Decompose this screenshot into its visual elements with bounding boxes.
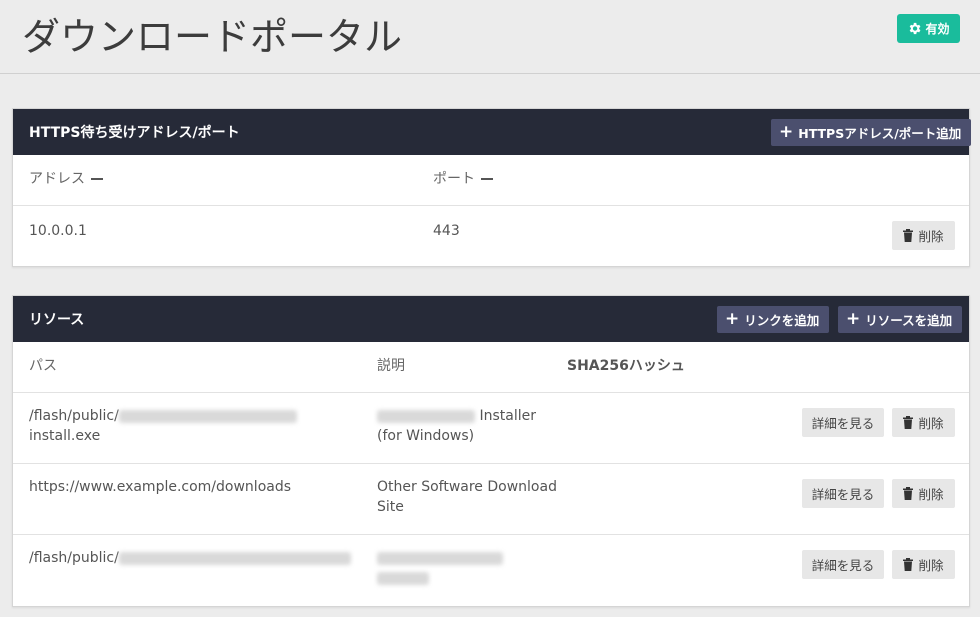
path-value: /flash/public/ — [29, 548, 351, 568]
add-https-address-label: HTTPSアドレス/ポート追加 — [798, 126, 962, 141]
redacted-text — [377, 409, 475, 423]
table-row: https://www.example.com/downloads Other … — [13, 464, 969, 535]
column-header-description: 説明 — [377, 358, 405, 374]
plus-icon: + — [846, 309, 861, 329]
path-value: /flash/public/ install.exe — [29, 406, 297, 446]
description-value: Other Software Download Site — [377, 479, 557, 515]
https-listen-panel: HTTPS待ち受けアドレス/ポート + HTTPSアドレス/ポート追加 アドレス… — [12, 108, 972, 267]
table-row: /flash/public/ 詳細を見る 削除 — [13, 535, 969, 606]
redacted-text — [377, 571, 429, 585]
page-header: ダウンロードポータル 有効 — [0, 0, 980, 74]
view-details-button[interactable]: 詳細を見る — [802, 408, 884, 437]
status-label: 有効 — [925, 22, 950, 36]
table-row: /flash/public/ install.exe Installer (fo… — [13, 393, 969, 464]
delete-button[interactable]: 削除 — [892, 221, 955, 250]
add-link-button[interactable]: + リンクを追加 — [717, 306, 830, 333]
redacted-text — [118, 409, 297, 423]
delete-button[interactable]: 削除 — [892, 408, 955, 437]
page-title: ダウンロードポータル — [22, 15, 403, 59]
panel-title: リソース — [29, 312, 85, 328]
view-details-button[interactable]: 詳細を見る — [802, 550, 884, 579]
redacted-text — [118, 551, 351, 565]
sort-icon — [91, 178, 103, 180]
panel-header: HTTPS待ち受けアドレス/ポート + HTTPSアドレス/ポート追加 — [13, 109, 972, 155]
address-value: 10.0.0.1 — [29, 223, 87, 239]
table-header-row: パス 説明 SHA256ハッシュ — [13, 342, 969, 393]
resources-panel: リソース + リンクを追加 + リソースを追加 パス 説明 SHA256ハッシュ… — [12, 295, 970, 607]
column-header-path: パス — [29, 358, 57, 374]
panel-title: HTTPS待ち受けアドレス/ポート — [29, 125, 240, 141]
plus-icon: + — [779, 122, 794, 142]
description-value: Installer (for Windows) — [377, 408, 536, 444]
trash-icon — [903, 416, 914, 429]
add-https-address-button[interactable]: + HTTPSアドレス/ポート追加 — [771, 119, 972, 146]
delete-button[interactable]: 削除 — [892, 479, 955, 508]
plus-icon: + — [725, 309, 740, 329]
view-details-button[interactable]: 詳細を見る — [802, 479, 884, 508]
column-header-address[interactable]: アドレス — [29, 169, 103, 189]
column-header-sha256: SHA256ハッシュ — [567, 358, 685, 374]
sort-icon — [481, 178, 493, 180]
table-row: 10.0.0.1 443 削除 — [13, 206, 969, 266]
gear-icon — [910, 22, 921, 35]
panel-header: リソース + リンクを追加 + リソースを追加 — [13, 296, 969, 342]
port-value: 443 — [433, 223, 460, 239]
add-resource-button[interactable]: + リソースを追加 — [838, 306, 963, 333]
table-header-row: アドレス ポート — [13, 155, 969, 206]
trash-icon — [903, 487, 914, 500]
description-value — [377, 548, 503, 588]
trash-icon — [903, 558, 914, 571]
delete-button[interactable]: 削除 — [892, 550, 955, 579]
column-header-port[interactable]: ポート — [433, 169, 493, 189]
path-value: https://www.example.com/downloads — [29, 479, 292, 495]
status-toggle-button[interactable]: 有効 — [897, 14, 960, 43]
redacted-text — [377, 551, 503, 565]
trash-icon — [903, 229, 914, 242]
